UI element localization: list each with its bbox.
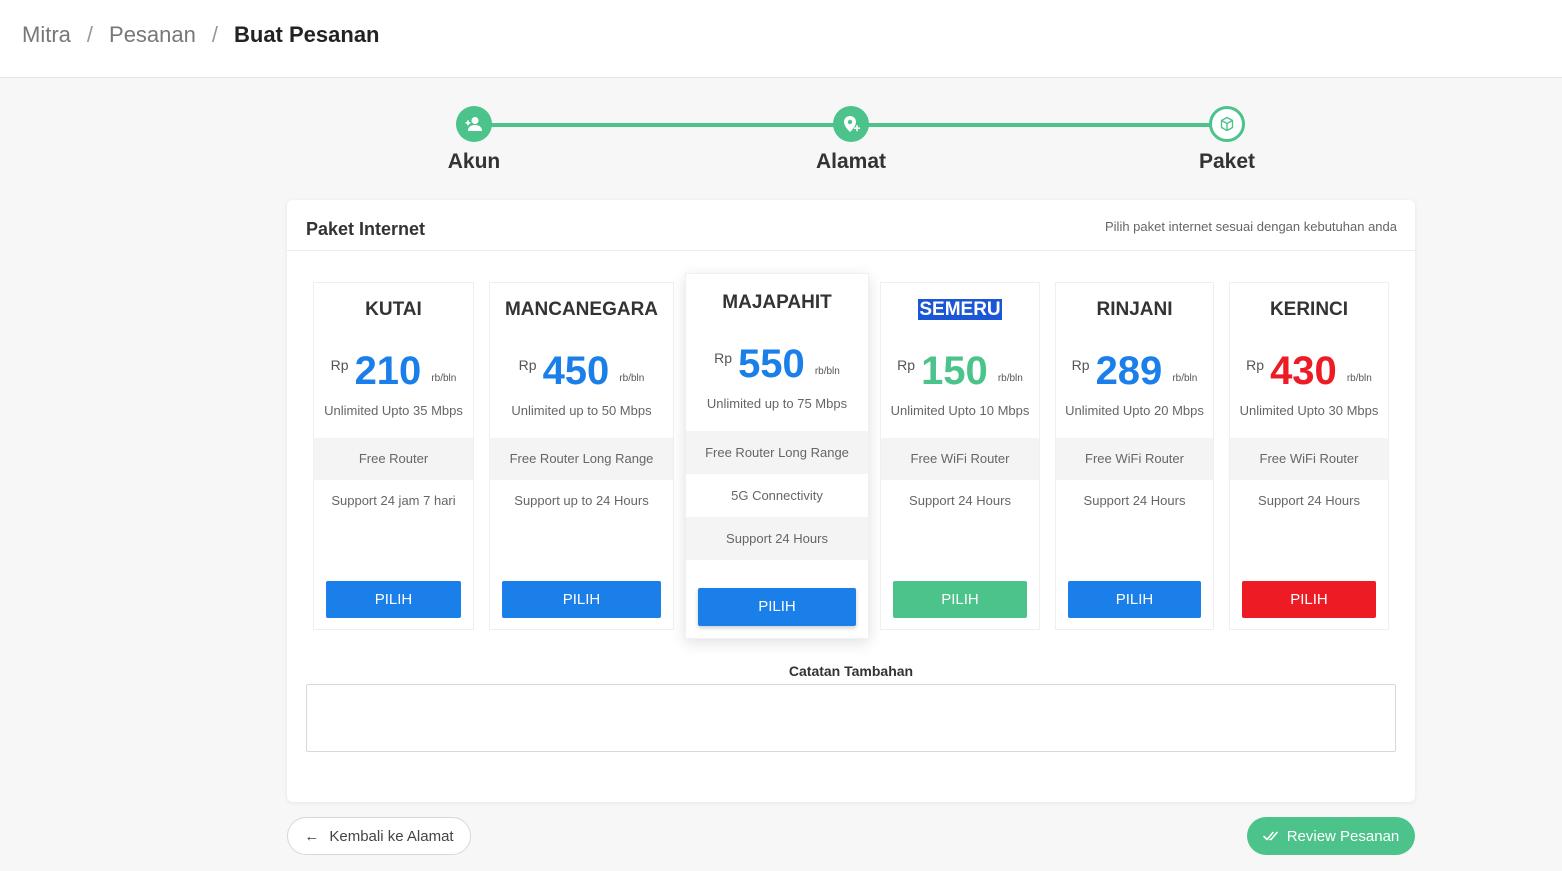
pilih-button-majapahit[interactable]: PILIH [698,588,856,626]
card-header: Paket Internet Pilih paket internet sesu… [287,200,1415,251]
feature-item: Free Router Long Range [490,438,673,480]
step-paket[interactable]: Paket [1167,104,1287,174]
package-name: KERINCI [1269,299,1349,320]
price-unit: rb/bln [431,373,457,384]
price: Rp 430 rb/bln [1230,349,1388,393]
pilih-button-kerinci[interactable]: PILIH [1242,581,1376,618]
review-order-button[interactable]: Review Pesanan [1247,817,1415,855]
price-unit: rb/bln [1346,373,1372,384]
step-label-alamat: Alamat [815,150,887,173]
card-subtitle: Pilih paket internet sesuai dengan kebut… [1105,219,1397,234]
step-label-akun: Akun [447,150,501,173]
breadcrumb-mitra[interactable]: Mitra [22,22,71,48]
breadcrumb-pesanan[interactable]: Pesanan [109,22,196,48]
package-name: SEMERU [881,299,1039,323]
box-icon [1209,106,1245,142]
pilih-button-kutai[interactable]: PILIH [326,581,461,618]
package-speed: Unlimited Upto 35 Mbps [324,403,463,418]
package-kerinci: KERINCI Rp 430 rb/bln Unlimited Upto 30 … [1229,282,1389,630]
top-bar: Mitra / Pesanan / Buat Pesanan [0,0,1562,78]
feature-item: Free Router [314,438,473,480]
package-name: MAJAPAHIT [722,292,832,313]
price-unit: rb/bln [619,373,645,384]
price-value: 450 [542,349,610,393]
back-button-label: Kembali ke Alamat [329,827,454,845]
price-value: 430 [1270,349,1337,393]
feature-item: Support 24 Hours [1083,493,1186,508]
price: Rp 150 rb/bln [881,349,1039,393]
user-plus-icon [456,106,492,142]
arrow-left-icon: ← [304,827,320,845]
breadcrumb: Mitra / Pesanan / Buat Pesanan [22,22,380,48]
package-kutai: KUTAI Rp 210 rb/bln Unlimited Upto 35 Mb… [313,282,474,630]
step-alamat[interactable]: Alamat [791,104,911,174]
notes-label: Catatan Tambahan [788,663,914,679]
price-unit: rb/bln [997,373,1023,384]
map-pin-plus-icon [833,106,869,142]
package-name-selected-text: SEMERU [918,299,1002,320]
notes-textarea[interactable] [306,684,1396,752]
package-mancanegara: MANCANEGARA Rp 450 rb/bln Unlimited up t… [489,282,674,630]
feature-item: Support 24 Hours [1258,493,1360,508]
price: Rp 550 rb/bln [686,342,868,386]
price-currency: Rp [330,357,349,373]
package-name: RINJANI [1096,299,1173,320]
price-currency: Rp [897,357,916,373]
breadcrumb-separator: / [211,22,218,47]
price-unit: rb/bln [814,366,840,377]
package-rinjani: RINJANI Rp 289 rb/bln Unlimited Upto 20 … [1055,282,1214,630]
pilih-button-semeru[interactable]: PILIH [893,581,1027,618]
package-name: MANCANEGARA [504,299,659,320]
double-check-icon [1262,830,1279,842]
step-label-paket: Paket [1198,150,1256,173]
step-akun[interactable]: Akun [414,104,534,174]
price: Rp 450 rb/bln [490,349,673,393]
price-value: 210 [354,349,422,393]
feature-list: Free WiFi Router Support 24 Hours [1230,438,1388,522]
card-title: Paket Internet [306,219,426,239]
feature-list: Free WiFi Router Support 24 Hours [881,438,1039,522]
feature-item: Support up to 24 Hours [514,493,649,508]
price-currency: Rp [1246,357,1265,373]
breadcrumb-separator: / [86,22,94,47]
price-value: 289 [1095,349,1163,393]
feature-list: Free Router Long Range Support up to 24 … [490,438,673,522]
price: Rp 210 rb/bln [314,349,473,393]
package-speed: Unlimited up to 75 Mbps [706,396,848,411]
package-speed: Unlimited Upto 20 Mbps [1065,403,1204,418]
feature-item: Support 24 Hours [909,493,1011,508]
feature-item: 5G Connectivity [731,488,823,503]
feature-item: Support 24 jam 7 hari [331,493,456,508]
pilih-button-rinjani[interactable]: PILIH [1068,581,1201,618]
package-majapahit: MAJAPAHIT Rp 550 rb/bln Unlimited up to … [685,273,869,639]
review-button-label: Review Pesanan [1286,827,1400,845]
price: Rp 289 rb/bln [1056,349,1213,393]
package-semeru: SEMERU Rp 150 rb/bln Unlimited Upto 10 M… [880,282,1040,630]
package-speed: Unlimited Upto 30 Mbps [1239,403,1379,418]
breadcrumb-current: Buat Pesanan [234,22,380,47]
price-unit: rb/bln [1172,373,1198,384]
feature-item: Support 24 Hours [686,517,868,560]
price-currency: Rp [714,350,733,366]
feature-item: Free WiFi Router [881,438,1039,480]
back-to-address-button[interactable]: ← Kembali ke Alamat [287,817,471,855]
feature-item: Free Router Long Range [686,431,868,474]
price-currency: Rp [1071,357,1090,373]
feature-list: Free Router Support 24 jam 7 hari [314,438,473,522]
package-card: Paket Internet Pilih paket internet sesu… [287,200,1415,802]
package-speed: Unlimited up to 50 Mbps [511,403,652,418]
feature-item: Free WiFi Router [1056,438,1213,480]
price-currency: Rp [518,357,537,373]
price-value: 550 [738,342,805,386]
order-stepper: Akun Alamat Paket [440,104,1260,184]
package-speed: Unlimited Upto 10 Mbps [890,403,1030,418]
feature-list: Free WiFi Router Support 24 Hours [1056,438,1213,522]
pilih-button-mancanegara[interactable]: PILIH [502,581,661,618]
feature-item: Free WiFi Router [1230,438,1388,480]
package-name: KUTAI [365,299,422,320]
feature-list: Free Router Long Range 5G Connectivity S… [686,431,868,560]
price-value: 150 [921,349,988,393]
